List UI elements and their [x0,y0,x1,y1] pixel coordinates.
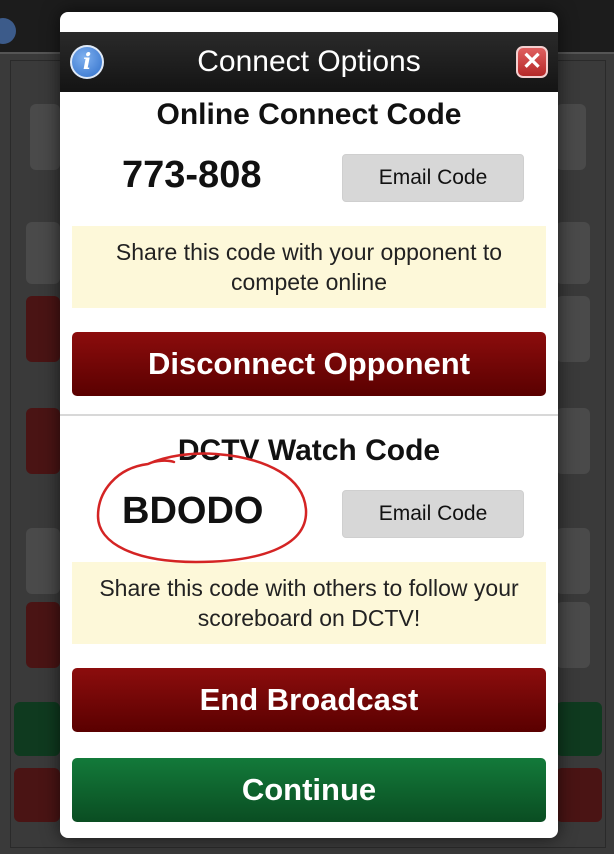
background-tile [30,104,60,170]
annotation-circle [96,452,308,564]
dialog-header: i Connect Options ✕ [60,32,558,92]
dctv-watch-note: Share this code with others to follow yo… [72,562,546,644]
background-tile [26,296,60,362]
background-tile [556,768,602,822]
dctv-watch-note-text: Share this code with others to follow yo… [99,575,519,631]
dialog-title: Connect Options [197,45,421,78]
background-tile [556,222,590,284]
online-connect-code: 773-808 [122,154,262,196]
background-tile [556,528,590,594]
background-tile [556,408,590,474]
online-connect-note-text: Share this code with your opponent to co… [115,239,503,295]
end-broadcast-button[interactable]: End Broadcast [72,668,546,732]
background-tile [26,408,60,474]
background-tile [556,104,586,170]
section-divider [60,414,558,416]
continue-button[interactable]: Continue [72,758,546,822]
background-tile [14,702,60,756]
online-connect-title: Online Connect Code [156,98,462,131]
background-tile [26,222,60,284]
background-tile [556,702,602,756]
email-watch-code-button[interactable]: Email Code [342,490,524,538]
background-tile [556,296,590,362]
background-tile [26,602,60,668]
connect-options-dialog: i Connect Options ✕ Online Connect Code … [60,12,558,838]
disconnect-opponent-button[interactable]: Disconnect Opponent [72,332,546,396]
close-icon[interactable]: ✕ [516,46,548,78]
background-tile [26,528,60,594]
background-tile [14,768,60,822]
online-connect-note: Share this code with your opponent to co… [72,226,546,308]
background-tile [556,602,590,668]
email-connect-code-button[interactable]: Email Code [342,154,524,202]
